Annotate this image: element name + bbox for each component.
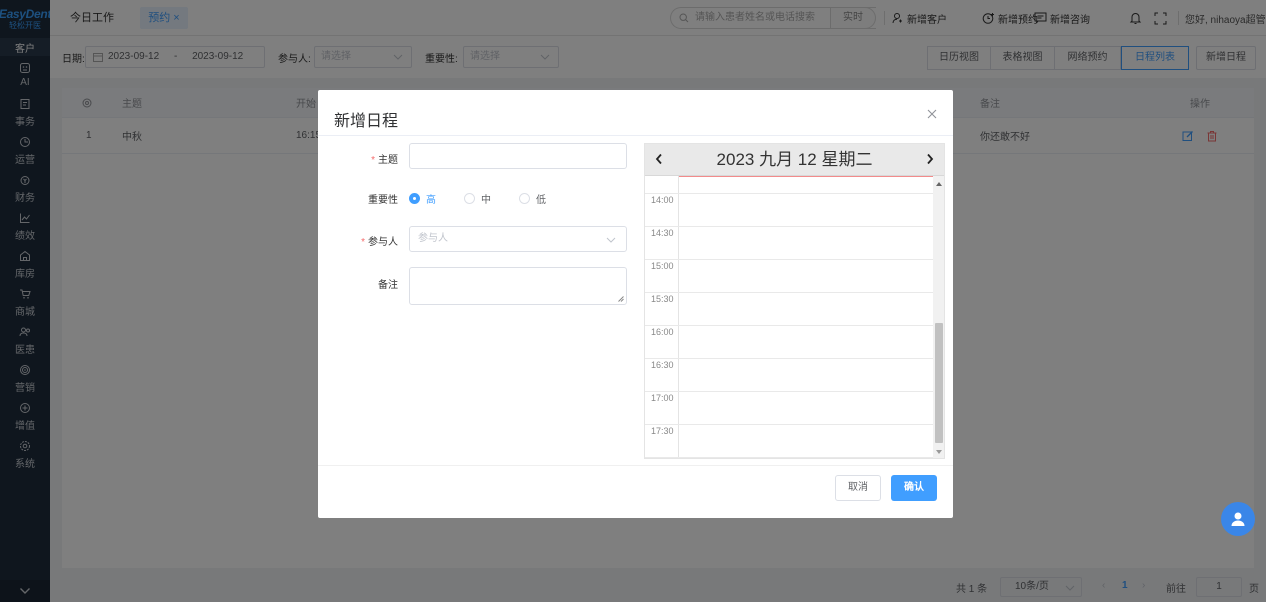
- importance-field-label: 重要性: [368, 195, 398, 206]
- note-field-label: 备注: [378, 280, 398, 291]
- importance-low-label: 低: [536, 195, 546, 206]
- time-slot-line: [645, 358, 933, 359]
- note-textarea[interactable]: [409, 267, 627, 305]
- scrollbar-thumb[interactable]: [935, 323, 943, 443]
- importance-radio-low[interactable]: 低: [519, 191, 546, 206]
- new-schedule-dialog: 新增日程 * 主题 重要性 高 中 低 * 参与人 参与人 备注 2023 九月 1…: [318, 90, 953, 518]
- importance-radio-high[interactable]: 高: [409, 191, 436, 206]
- participant-label-text: 参与人: [368, 237, 398, 248]
- participant-field-label: * 参与人: [318, 233, 398, 248]
- required-mark: *: [371, 155, 375, 166]
- time-slot-label: 15:30: [651, 294, 674, 304]
- chevron-left-icon: [655, 153, 662, 165]
- close-button[interactable]: [927, 108, 937, 122]
- radio-circle: [409, 193, 420, 204]
- scroll-down-arrow[interactable]: [936, 450, 942, 454]
- day-calendar: 2023 九月 12 星期二 14:00 14:30 15:00 15:30 16:00…: [644, 143, 945, 459]
- time-slot-line: [645, 325, 933, 326]
- resize-handle-icon: [618, 296, 624, 302]
- required-mark: *: [361, 237, 365, 248]
- subject-label-text: 主题: [378, 155, 398, 166]
- subject-label: * 主题: [318, 151, 398, 166]
- time-slot-line: [645, 424, 933, 425]
- importance-medium-label: 中: [481, 195, 491, 206]
- divider: [318, 465, 953, 466]
- calendar-time-grid[interactable]: 14:00 14:30 15:00 15:30 16:00 16:30 17:00 17:30: [645, 176, 933, 458]
- cancel-button[interactable]: 取消: [835, 475, 881, 501]
- assistant-float-button[interactable]: [1221, 502, 1255, 536]
- calendar-header: 2023 九月 12 星期二: [645, 144, 944, 176]
- scroll-up-arrow[interactable]: [936, 182, 942, 186]
- calendar-prev-button[interactable]: [655, 153, 663, 168]
- participant-select-field[interactable]: 参与人: [409, 226, 627, 252]
- dialog-title: 新增日程: [334, 113, 399, 130]
- time-gutter-line: [678, 176, 679, 458]
- radio-circle: [464, 193, 475, 204]
- importance-high-label: 高: [426, 195, 436, 206]
- time-slot-line: [645, 193, 933, 194]
- subject-input[interactable]: [409, 143, 627, 169]
- participant-field-placeholder: 参与人: [418, 233, 448, 244]
- radio-circle: [519, 193, 530, 204]
- time-slot-line: [645, 292, 933, 293]
- time-slot-label: 16:30: [651, 360, 674, 370]
- time-slot-label: 17:00: [651, 393, 674, 403]
- time-slot-label: 15:00: [651, 261, 674, 271]
- confirm-button[interactable]: 确认: [891, 475, 937, 501]
- time-slot-label: 14:30: [651, 228, 674, 238]
- chevron-right-icon: [927, 153, 934, 165]
- time-slot-label: 17:30: [651, 426, 674, 436]
- importance-radio-medium[interactable]: 中: [464, 191, 491, 206]
- time-slot-line: [645, 226, 933, 227]
- time-slot-label: 14:00: [651, 195, 674, 205]
- close-icon: [927, 109, 937, 119]
- current-time-indicator: [679, 176, 933, 177]
- calendar-scrollbar[interactable]: [933, 176, 944, 458]
- user-avatar-icon: [1231, 512, 1245, 526]
- time-slot-line: [645, 457, 933, 458]
- calendar-next-button[interactable]: [926, 153, 934, 168]
- chevron-down-icon: [606, 237, 616, 243]
- time-slot-line: [645, 391, 933, 392]
- divider: [318, 135, 953, 136]
- calendar-title: 2023 九月 12 星期二: [716, 150, 873, 169]
- time-slot-line: [645, 259, 933, 260]
- time-slot-label: 16:00: [651, 327, 674, 337]
